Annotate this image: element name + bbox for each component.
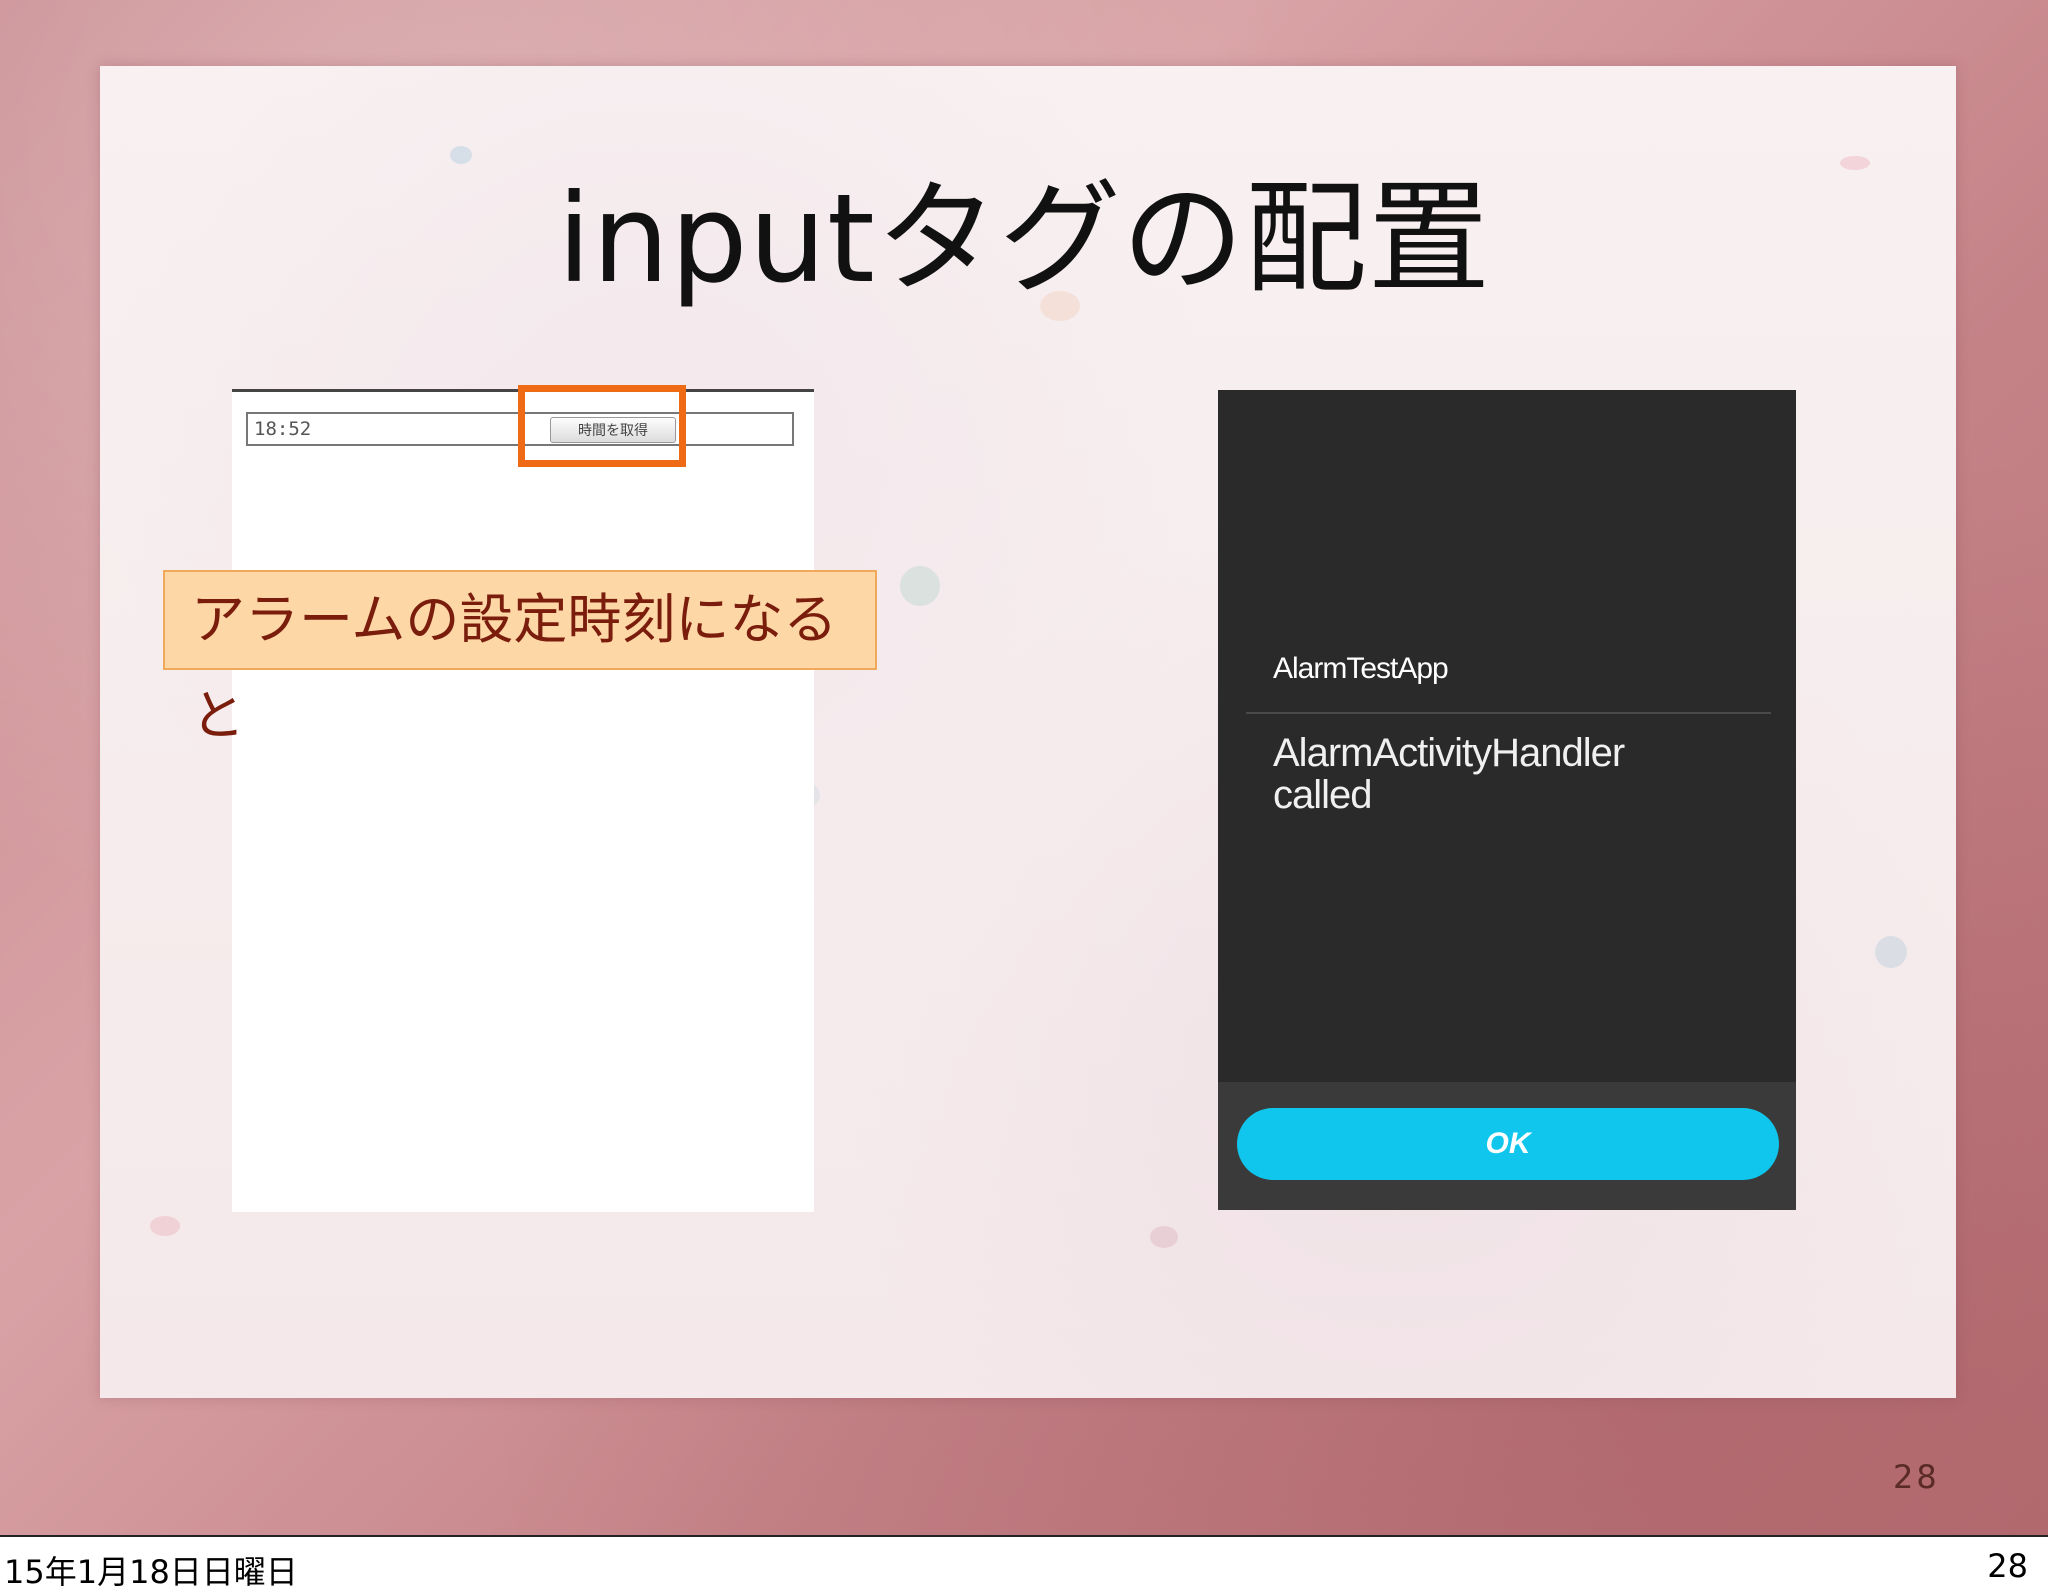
dialog-message-line-1: AlarmActivityHandler [1273,731,1625,775]
time-value: 18:52 [254,418,312,440]
paint-splash [900,566,940,606]
slide-number: 28 [1893,1458,1940,1496]
callout-box: アラームの設定時刻になると [163,570,877,747]
dialog-divider [1246,712,1771,714]
dialog-message: AlarmActivityHandler called [1273,732,1753,816]
dialog-title: AlarmTestApp [1273,652,1449,685]
dialog-message-line-2: called [1273,773,1373,817]
footer-date: 15年1月18日日曜日 [4,1553,298,1591]
ok-button[interactable]: OK [1237,1108,1779,1180]
highlight-box [518,385,686,467]
paint-splash [150,1216,180,1236]
paint-splash [1875,936,1907,968]
slide-background: inputタグの配置 18:52 時間を取得 アラームの設定時刻になると Ala… [0,0,2048,1535]
paint-splash [1150,1226,1178,1248]
footer-bar: 15年1月18日日曜日 28 [0,1535,2048,1595]
alert-dialog: AlarmTestApp AlarmActivityHandler called… [1218,390,1796,1210]
web-page-screenshot: 18:52 時間を取得 [232,389,814,1212]
slide-title: inputタグの配置 [557,168,1491,310]
footer-page-number: 28 [1987,1547,2028,1585]
